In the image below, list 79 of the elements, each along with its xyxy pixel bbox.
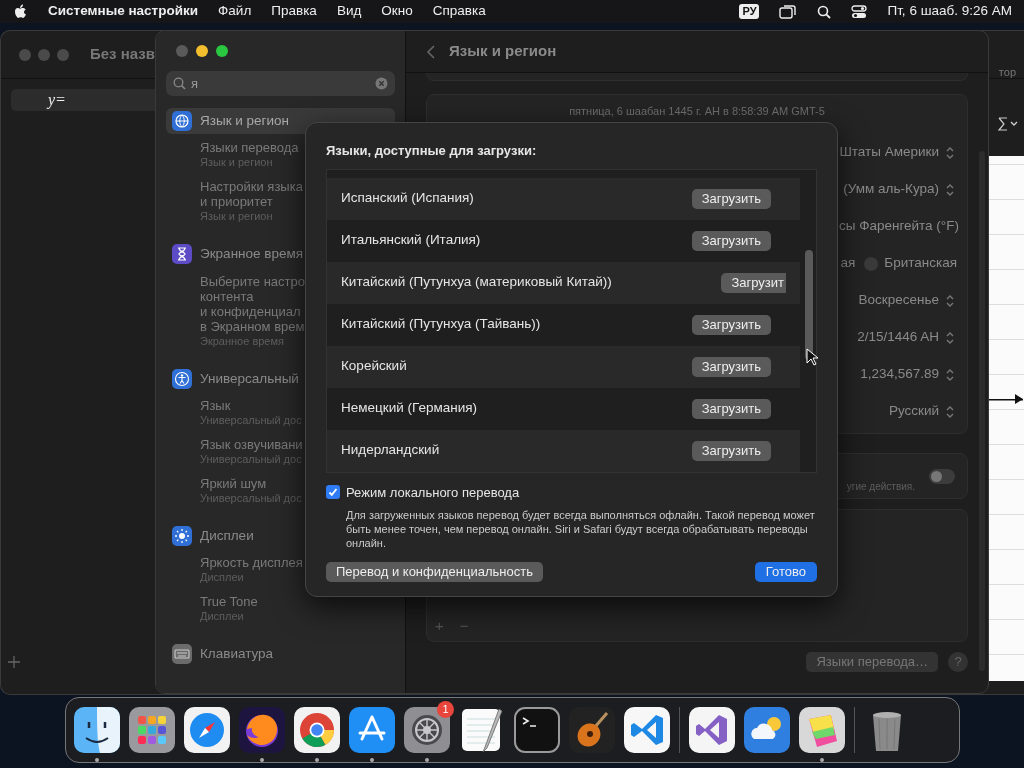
language-name: Корейский	[341, 357, 407, 376]
checkbox[interactable]	[326, 485, 340, 500]
setting-value[interactable]: сы Фаренгейта (°F)	[838, 216, 959, 237]
ide-icon[interactable]	[689, 707, 735, 753]
translation-languages-button[interactable]: Языки перевода…	[806, 652, 938, 672]
popup-value[interactable]: 2/15/1446 AH	[857, 327, 939, 348]
pointer-icon	[806, 348, 818, 366]
toolbar-label: тор	[998, 64, 1016, 80]
menu-item[interactable]: Окно	[381, 1, 413, 22]
menu-item[interactable]: Файл	[218, 1, 252, 22]
chrome-icon[interactable]	[294, 707, 340, 753]
checkbox-label: Режим локального перевода	[346, 483, 520, 502]
gear-icon[interactable]	[404, 707, 450, 753]
notepad-icon[interactable]	[459, 707, 505, 753]
menu-item[interactable]: Справка	[432, 1, 486, 22]
language-name: Китайский (Путунхуа (материковый Китай))	[341, 273, 612, 292]
sum-menu-icon[interactable]	[997, 117, 1019, 131]
app-grid-icon[interactable]	[129, 707, 175, 753]
window-title: Без назв	[90, 44, 155, 65]
stepper-icon[interactable]	[945, 145, 955, 160]
stepper-icon[interactable]	[945, 330, 955, 345]
popup-value[interactable]: (Умм аль-Кура)	[843, 179, 939, 200]
zoom-button[interactable]	[216, 45, 228, 57]
back-icon[interactable]	[426, 44, 435, 59]
radio-label: Британская	[884, 254, 957, 273]
description-text: Для загруженных языков перевод будет всегда выполняться офлайн. Такой перевод может быть менее точен, чем перевод онлайн. Siri и Safari будут всегда обрабатывать переводы онлайн.	[346, 508, 816, 550]
search-icon[interactable]	[817, 4, 832, 19]
windows-icon[interactable]	[779, 4, 798, 19]
code-editor-icon[interactable]	[624, 707, 670, 753]
finder-icon[interactable]	[74, 707, 120, 753]
equation-row[interactable]: y=	[11, 89, 156, 111]
dialog-title: Языки, доступные для загрузки:	[326, 142, 538, 160]
language-name: Испанский (Испания)	[341, 189, 474, 208]
download-button[interactable]: Загрузить	[691, 440, 771, 461]
input-source-indicator[interactable]: РУ	[739, 4, 760, 19]
guitar-icon[interactable]	[569, 707, 615, 753]
download-button[interactable]: Загрузить	[691, 188, 771, 209]
menu-item[interactable]: Вид	[336, 1, 362, 22]
language-name: Нидерландский	[341, 441, 440, 460]
download-button[interactable]: Загрузить	[691, 398, 771, 419]
radio-label: ая	[840, 254, 856, 273]
stepper-icon[interactable]	[945, 404, 955, 419]
sidebar-item[interactable]: Клавиатура	[166, 641, 395, 668]
toggle-switch[interactable]	[929, 468, 955, 484]
terminal-icon[interactable]	[514, 707, 560, 753]
compass-icon[interactable]	[184, 707, 230, 753]
menu-item[interactable]: Правка	[271, 1, 317, 22]
download-button[interactable]: Загрузить	[691, 314, 771, 335]
clock[interactable]: Пт, 6 шааб. 9:26 AM	[887, 1, 1012, 22]
stepper-icon[interactable]	[945, 182, 955, 197]
radio-button[interactable]	[864, 256, 879, 271]
popup-value[interactable]: 1,234,567.89	[860, 364, 939, 385]
clear-icon[interactable]	[375, 77, 388, 90]
popup-value[interactable]: Русский	[888, 401, 939, 422]
stepper-icon[interactable]	[945, 367, 955, 382]
page-title: Язык и регион	[449, 41, 557, 62]
language-name: Немецкий (Германия)	[341, 399, 478, 418]
download-button[interactable]: Загрузит	[721, 272, 786, 293]
stepper-icon[interactable]	[945, 293, 955, 308]
done-button[interactable]: Готово	[754, 562, 817, 582]
gradient-shape-icon[interactable]	[799, 707, 845, 753]
search-icon	[173, 77, 186, 90]
weather-icon[interactable]	[744, 707, 790, 753]
control-center-icon[interactable]	[851, 4, 868, 19]
language-name: Китайский (Путунхуа (Тайвань))	[341, 315, 541, 334]
download-button[interactable]: Загрузить	[691, 230, 771, 251]
language-name: Итальянский (Италия)	[341, 231, 481, 250]
date-preview: пятница, 6 шаабан 1445 г. AH в 8:58:39 AM GMT-5	[568, 104, 826, 119]
fox-globe-icon[interactable]	[239, 707, 285, 753]
app-store-icon[interactable]	[349, 707, 395, 753]
app-menu[interactable]: Системные настройки	[48, 1, 199, 22]
minimize-button[interactable]	[196, 45, 208, 57]
privacy-button[interactable]: Перевод и конфиденциальность	[326, 562, 543, 582]
search-field[interactable]: я	[166, 71, 395, 96]
notification-badge: 1	[437, 701, 454, 718]
popup-value[interactable]: Штаты Америки	[839, 142, 939, 163]
download-button[interactable]: Загрузить	[691, 356, 771, 377]
apple-icon[interactable]	[14, 3, 28, 20]
popup-value[interactable]: Воскресенье	[858, 290, 939, 311]
